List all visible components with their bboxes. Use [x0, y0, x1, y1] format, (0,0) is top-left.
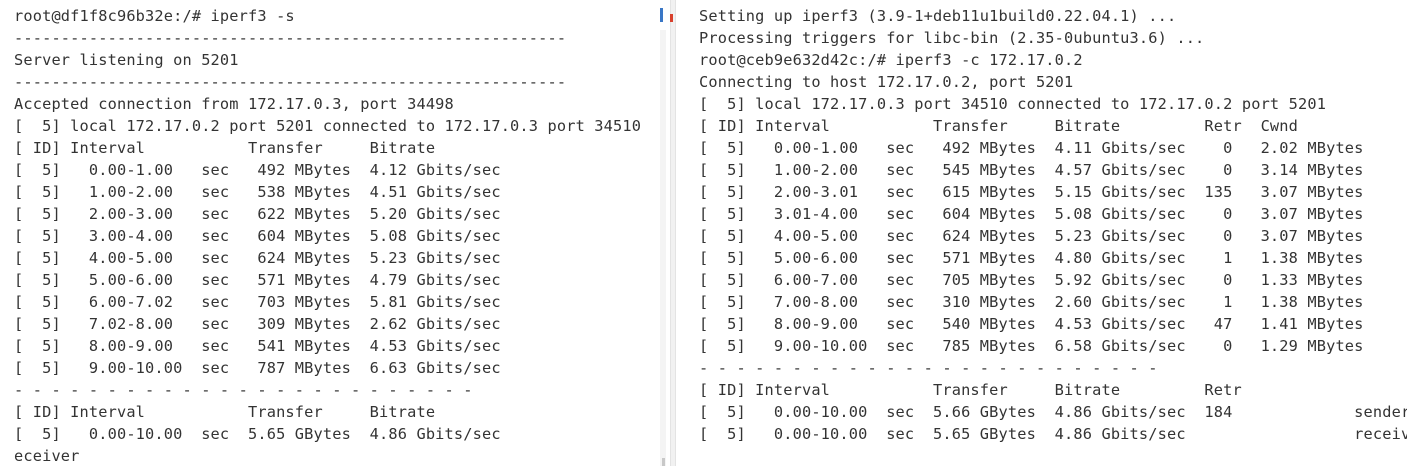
terminal-line: [ 5] 3.01-4.00 sec 604 MBytes 5.08 Gbits… [699, 205, 1364, 223]
terminal-line: - - - - - - - - - - - - - - - - - - - - … [699, 359, 1158, 377]
right-terminal-output: Setting up iperf3 (3.9-1+deb11u1build0.2… [699, 5, 1407, 445]
terminal-line: [ 5] 9.00-10.00 sec 785 MBytes 6.58 Gbit… [699, 337, 1364, 355]
terminal-line: [ ID] Interval Transfer Bitrate Retr Cwn… [699, 117, 1299, 135]
terminal-line: - - - - - - - - - - - - - - - - - - - - … [14, 381, 473, 399]
terminal-line: [ ID] Interval Transfer Bitrate [14, 403, 436, 421]
terminal-line: [ 5] local 172.17.0.3 port 34510 connect… [699, 95, 1327, 113]
terminal-line: ----------------------------------------… [14, 29, 567, 47]
terminal-line: eceiver [14, 447, 80, 465]
left-scrollbar-thumb[interactable] [662, 458, 665, 466]
terminal-line: Server listening on 5201 [14, 51, 239, 69]
terminal-line: [ 5] 4.00-5.00 sec 624 MBytes 5.23 Gbits… [699, 227, 1364, 245]
terminal-line: [ 5] 8.00-9.00 sec 540 MBytes 4.53 Gbits… [699, 315, 1364, 333]
terminal-line: Accepted connection from 172.17.0.3, por… [14, 95, 454, 113]
split-terminal-window: root@df1f8c96b32e:/# iperf3 -s ---------… [0, 0, 1407, 466]
terminal-line: [ 5] 0.00-10.00 sec 5.65 GBytes 4.86 Gbi… [14, 425, 668, 443]
terminal-line: [ 5] 6.00-7.00 sec 705 MBytes 5.92 Gbits… [699, 271, 1364, 289]
right-terminal-pane[interactable]: Setting up iperf3 (3.9-1+deb11u1build0.2… [677, 0, 1407, 466]
left-terminal-pane[interactable]: root@df1f8c96b32e:/# iperf3 -s ---------… [0, 0, 668, 466]
terminal-line: root@ceb9e632d42c:/# iperf3 -c 172.17.0.… [699, 51, 1083, 69]
terminal-line: [ 5] 1.00-2.00 sec 538 MBytes 4.51 Gbits… [14, 183, 501, 201]
terminal-line: [ 5] 0.00-10.00 sec 5.65 GBytes 4.86 Gbi… [699, 425, 1407, 443]
terminal-line: [ 5] 0.00-1.00 sec 492 MBytes 4.11 Gbits… [699, 139, 1364, 157]
scroll-position-marker [660, 8, 663, 22]
terminal-line: Setting up iperf3 (3.9-1+deb11u1build0.2… [699, 7, 1177, 25]
terminal-line: [ 5] 9.00-10.00 sec 787 MBytes 6.63 Gbit… [14, 359, 501, 377]
terminal-line: [ 5] 5.00-6.00 sec 571 MBytes 4.79 Gbits… [14, 271, 501, 289]
terminal-line: [ 5] 4.00-5.00 sec 624 MBytes 5.23 Gbits… [14, 249, 501, 267]
terminal-line: [ 5] 7.00-8.00 sec 310 MBytes 2.60 Gbits… [699, 293, 1364, 311]
error-marker [670, 14, 673, 22]
terminal-line: [ 5] 8.00-9.00 sec 541 MBytes 4.53 Gbits… [14, 337, 501, 355]
left-terminal-output: root@df1f8c96b32e:/# iperf3 -s ---------… [14, 5, 668, 466]
terminal-line: [ 5] 6.00-7.02 sec 703 MBytes 5.81 Gbits… [14, 293, 501, 311]
left-scrollbar-track[interactable] [660, 30, 666, 466]
terminal-line: ----------------------------------------… [14, 73, 567, 91]
terminal-line: [ 5] 2.00-3.01 sec 615 MBytes 5.15 Gbits… [699, 183, 1364, 201]
terminal-line: [ 5] 0.00-1.00 sec 492 MBytes 4.12 Gbits… [14, 161, 501, 179]
terminal-line: [ 5] local 172.17.0.2 port 5201 connecte… [14, 117, 642, 135]
terminal-line: [ 5] 0.00-10.00 sec 5.66 GBytes 4.86 Gbi… [699, 403, 1407, 421]
terminal-line: [ ID] Interval Transfer Bitrate [14, 139, 436, 157]
terminal-line: [ 5] 5.00-6.00 sec 571 MBytes 4.80 Gbits… [699, 249, 1364, 267]
terminal-line: Processing triggers for libc-bin (2.35-0… [699, 29, 1205, 47]
terminal-line: [ 5] 3.00-4.00 sec 604 MBytes 5.08 Gbits… [14, 227, 501, 245]
terminal-line: [ 5] 1.00-2.00 sec 545 MBytes 4.57 Gbits… [699, 161, 1364, 179]
terminal-line: root@df1f8c96b32e:/# iperf3 -s [14, 7, 295, 25]
pane-divider[interactable] [670, 0, 676, 466]
terminal-line: Connecting to host 172.17.0.2, port 5201 [699, 73, 1074, 91]
terminal-line: [ 5] 2.00-3.00 sec 622 MBytes 5.20 Gbits… [14, 205, 501, 223]
terminal-line: [ ID] Interval Transfer Bitrate Retr [699, 381, 1242, 399]
terminal-line: [ 5] 7.02-8.00 sec 309 MBytes 2.62 Gbits… [14, 315, 501, 333]
